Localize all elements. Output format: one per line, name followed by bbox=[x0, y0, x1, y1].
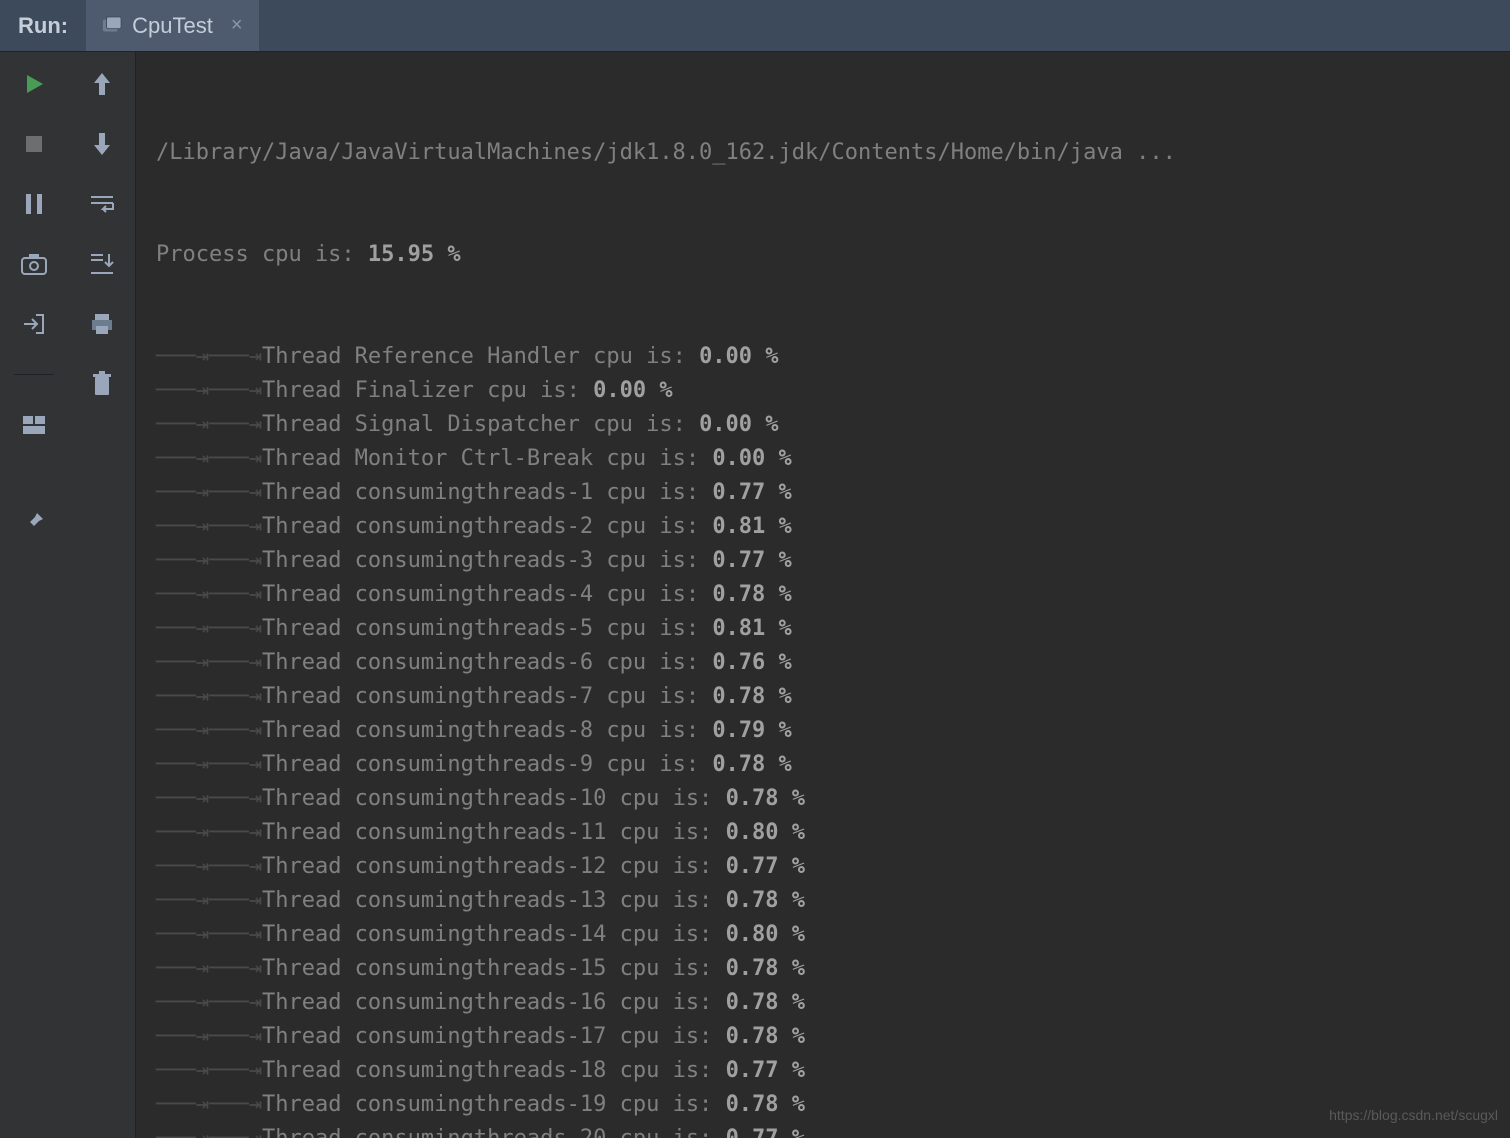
thread-cpu-line: ───⇥───⇥Thread consumingthreads-1 cpu is… bbox=[156, 476, 1510, 510]
process-cpu-line: Process cpu is: 15.95 % bbox=[156, 238, 1510, 272]
thread-cpu-line: ───⇥───⇥Thread Signal Dispatcher cpu is:… bbox=[156, 408, 1510, 442]
thread-cpu-line: ───⇥───⇥Thread consumingthreads-10 cpu i… bbox=[156, 782, 1510, 816]
thread-cpu-line: ───⇥───⇥Thread consumingthreads-15 cpu i… bbox=[156, 952, 1510, 986]
thread-cpu-line: ───⇥───⇥Thread consumingthreads-2 cpu is… bbox=[156, 510, 1510, 544]
pause-icon[interactable] bbox=[20, 190, 48, 218]
close-icon[interactable]: × bbox=[231, 14, 243, 37]
exit-icon[interactable] bbox=[20, 310, 48, 338]
command-line: /Library/Java/JavaVirtualMachines/jdk1.8… bbox=[156, 136, 1510, 170]
arrow-down-icon[interactable] bbox=[88, 130, 116, 158]
thread-cpu-line: ───⇥───⇥Thread consumingthreads-5 cpu is… bbox=[156, 612, 1510, 646]
thread-cpu-line: ───⇥───⇥Thread consumingthreads-11 cpu i… bbox=[156, 816, 1510, 850]
thread-cpu-line: ───⇥───⇥Thread consumingthreads-13 cpu i… bbox=[156, 884, 1510, 918]
scroll-to-end-icon[interactable] bbox=[88, 250, 116, 278]
thread-cpu-line: ───⇥───⇥Thread consumingthreads-16 cpu i… bbox=[156, 986, 1510, 1020]
arrow-up-icon[interactable] bbox=[88, 70, 116, 98]
thread-cpu-line: ───⇥───⇥Thread Monitor Ctrl-Break cpu is… bbox=[156, 442, 1510, 476]
tab-label: CpuTest bbox=[132, 13, 213, 39]
thread-cpu-line: ───⇥───⇥Thread consumingthreads-12 cpu i… bbox=[156, 850, 1510, 884]
thread-cpu-line: ───⇥───⇥Thread consumingthreads-4 cpu is… bbox=[156, 578, 1510, 612]
thread-cpu-line: ───⇥───⇥Thread consumingthreads-7 cpu is… bbox=[156, 680, 1510, 714]
thread-cpu-line: ───⇥───⇥Thread consumingthreads-19 cpu i… bbox=[156, 1088, 1510, 1122]
thread-cpu-line: ───⇥───⇥Thread consumingthreads-8 cpu is… bbox=[156, 714, 1510, 748]
layout-icon[interactable] bbox=[20, 411, 48, 439]
stop-icon[interactable] bbox=[20, 130, 48, 158]
thread-cpu-line: ───⇥───⇥Thread consumingthreads-9 cpu is… bbox=[156, 748, 1510, 782]
run-tool-window-label: Run: bbox=[0, 0, 86, 51]
application-icon bbox=[102, 16, 122, 36]
run-body: /Library/Java/JavaVirtualMachines/jdk1.8… bbox=[0, 52, 1510, 1138]
print-icon[interactable] bbox=[88, 310, 116, 338]
thread-cpu-line: ───⇥───⇥Thread Reference Handler cpu is:… bbox=[156, 340, 1510, 374]
thread-cpu-line: ───⇥───⇥Thread consumingthreads-18 cpu i… bbox=[156, 1054, 1510, 1088]
pin-icon[interactable] bbox=[20, 507, 48, 535]
run-tab-cputest[interactable]: CpuTest × bbox=[86, 0, 258, 51]
left-action-gutter-2 bbox=[68, 52, 136, 1138]
thread-cpu-line: ───⇥───⇥Thread Finalizer cpu is: 0.00 % bbox=[156, 374, 1510, 408]
soft-wrap-icon[interactable] bbox=[88, 190, 116, 218]
run-tab-bar: Run: CpuTest × bbox=[0, 0, 1510, 52]
thread-cpu-line: ───⇥───⇥Thread consumingthreads-3 cpu is… bbox=[156, 544, 1510, 578]
thread-cpu-line: ───⇥───⇥Thread consumingthreads-14 cpu i… bbox=[156, 918, 1510, 952]
trash-icon[interactable] bbox=[88, 370, 116, 398]
thread-cpu-line: ───⇥───⇥Thread consumingthreads-20 cpu i… bbox=[156, 1122, 1510, 1138]
thread-cpu-line: ───⇥───⇥Thread consumingthreads-17 cpu i… bbox=[156, 1020, 1510, 1054]
play-icon[interactable] bbox=[20, 70, 48, 98]
thread-cpu-line: ───⇥───⇥Thread consumingthreads-6 cpu is… bbox=[156, 646, 1510, 680]
gutter-divider bbox=[14, 374, 54, 375]
watermark-text: https://blog.csdn.net/scugxl bbox=[1329, 1098, 1498, 1132]
camera-icon[interactable] bbox=[20, 250, 48, 278]
console-output[interactable]: /Library/Java/JavaVirtualMachines/jdk1.8… bbox=[136, 52, 1510, 1138]
left-action-gutter-1 bbox=[0, 52, 68, 1138]
